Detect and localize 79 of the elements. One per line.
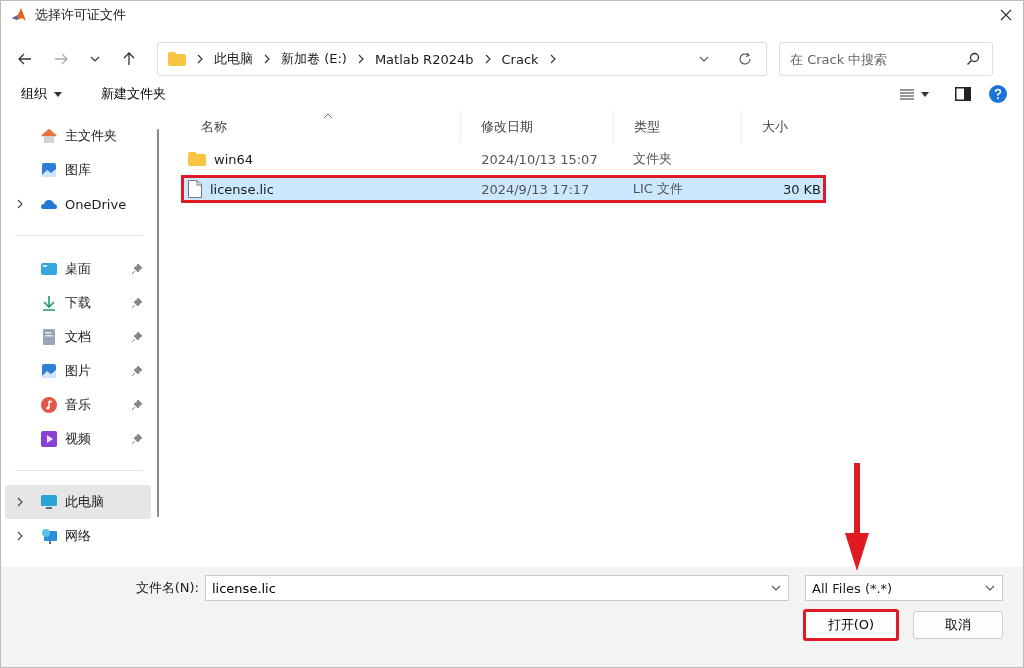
open-button[interactable]: 打开(O) xyxy=(803,609,899,641)
breadcrumb[interactable]: Crack xyxy=(501,51,539,67)
sidebar-item[interactable]: 图片 xyxy=(5,354,151,388)
file-row[interactable]: license.lic 2024/9/13 17:17 LIC 文件 30 KB xyxy=(181,175,826,203)
folder-icon xyxy=(168,52,186,66)
download-icon xyxy=(41,295,57,311)
search-icon[interactable] xyxy=(966,52,980,66)
picture-icon xyxy=(41,162,57,178)
chevron-icon xyxy=(548,54,557,64)
monitor-icon xyxy=(41,494,57,510)
file-name[interactable]: win64 xyxy=(214,151,254,167)
close-icon[interactable] xyxy=(999,8,1013,22)
help-icon[interactable] xyxy=(989,85,1007,103)
sidebar-item[interactable]: 网络 xyxy=(5,519,151,553)
chevron-icon xyxy=(263,54,271,64)
sidebar-item[interactable]: 此电脑 xyxy=(5,485,151,519)
file-name[interactable]: license.lic xyxy=(210,181,274,197)
home-icon xyxy=(41,128,57,144)
sidebar-item[interactable]: 文档 xyxy=(5,320,151,354)
file-size: 30 KB xyxy=(781,181,822,197)
modified-date: 2024/9/13 17:17 xyxy=(480,181,591,197)
new-folder-button[interactable]: 新建文件夹 xyxy=(93,81,174,107)
chevron-icon xyxy=(356,54,365,64)
network-icon xyxy=(41,528,57,544)
window-title: 选择许可证文件 xyxy=(35,6,126,24)
breadcrumb[interactable]: Matlab R2024b xyxy=(374,51,474,67)
expand-chevron-icon[interactable] xyxy=(16,497,24,507)
up-icon[interactable] xyxy=(121,51,137,67)
app-icon xyxy=(11,7,27,23)
sort-caret-icon xyxy=(323,113,333,119)
chevron-icon xyxy=(196,54,204,64)
column-header[interactable]: 类型 xyxy=(614,111,742,143)
sidebar-item[interactable]: 桌面 xyxy=(5,252,151,286)
pin-icon xyxy=(131,365,143,377)
pin-icon xyxy=(131,263,143,275)
column-header[interactable]: 名称 xyxy=(181,111,461,143)
organize-menu-button[interactable]: 组织 xyxy=(13,81,71,107)
column-header[interactable]: 修改日期 xyxy=(461,111,614,143)
pin-icon xyxy=(131,433,143,445)
preview-pane-icon[interactable] xyxy=(955,87,971,101)
filename-label: 文件名(N): xyxy=(135,579,199,597)
refresh-icon[interactable] xyxy=(738,52,752,66)
file-type: LIC 文件 xyxy=(631,180,685,198)
column-header[interactable]: 大小 xyxy=(742,111,826,143)
document-icon xyxy=(41,329,57,345)
sidebar-item[interactable]: OneDrive xyxy=(5,187,151,221)
sidebar-item[interactable]: 视频 xyxy=(5,422,151,456)
file-type: 文件夹 xyxy=(631,150,673,168)
modified-date: 2024/10/13 15:07 xyxy=(480,151,599,167)
video-icon xyxy=(41,431,57,447)
address-bar[interactable]: 此电脑 新加卷 (E:) Matlab R2024b Crack xyxy=(157,42,767,76)
caret-icon xyxy=(53,90,63,98)
filename-input[interactable]: license.lic xyxy=(212,577,770,599)
cancel-button[interactable]: 取消 xyxy=(913,611,1003,639)
sidebar-item[interactable]: 主文件夹 xyxy=(5,119,151,153)
search-field[interactable]: 在 Crack 中搜索 xyxy=(779,42,993,76)
breadcrumb[interactable]: 新加卷 (E:) xyxy=(281,50,347,68)
back-icon[interactable] xyxy=(17,51,33,67)
scrollbar[interactable] xyxy=(157,129,159,517)
picture-icon xyxy=(41,363,57,379)
view-list-icon[interactable] xyxy=(899,88,929,100)
file-row[interactable]: win64 2024/10/13 15:07 文件夹 xyxy=(181,145,826,173)
file-type-dropdown[interactable]: All Files (*.*) xyxy=(805,575,1003,601)
music-note-icon xyxy=(41,397,57,413)
expand-chevron-icon[interactable] xyxy=(16,199,24,209)
search-input[interactable]: 在 Crack 中搜索 xyxy=(790,44,966,74)
filename-field[interactable]: license.lic xyxy=(205,575,789,601)
pin-icon xyxy=(131,331,143,343)
pin-icon xyxy=(131,297,143,309)
file-icon xyxy=(188,180,202,198)
breadcrumb[interactable]: 此电脑 xyxy=(214,50,253,68)
chevron-icon xyxy=(483,54,492,64)
sidebar-item[interactable]: 音乐 xyxy=(5,388,151,422)
desktop-icon xyxy=(41,261,57,277)
sidebar-item[interactable]: 下载 xyxy=(5,286,151,320)
folder-icon xyxy=(188,152,206,166)
sidebar-item[interactable]: 图库 xyxy=(5,153,151,187)
pin-icon xyxy=(131,399,143,411)
expand-chevron-icon[interactable] xyxy=(16,531,24,541)
